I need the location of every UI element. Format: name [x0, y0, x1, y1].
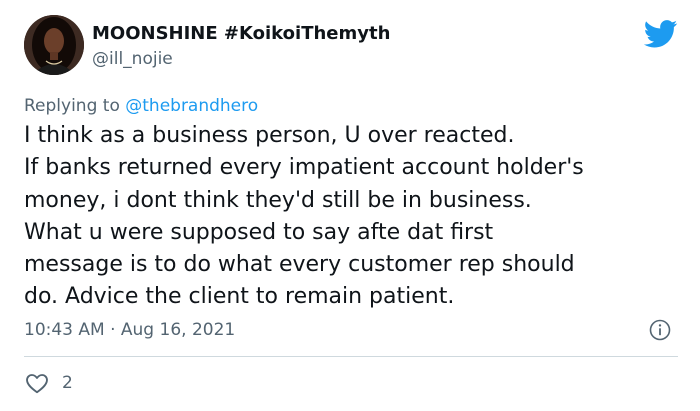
author-info[interactable]: MOONSHINE #KoikoiThemyth @ill_nojie	[92, 22, 390, 70]
info-icon[interactable]	[648, 318, 672, 342]
like-button[interactable]: 2	[24, 370, 73, 396]
like-count: 2	[62, 373, 73, 393]
display-name[interactable]: MOONSHINE #KoikoiThemyth	[92, 22, 390, 46]
user-handle[interactable]: @ill_nojie	[92, 48, 390, 70]
profile-photo-icon	[24, 15, 84, 75]
avatar[interactable]	[24, 15, 84, 75]
replying-to: Replying to @thebrandhero	[24, 95, 258, 117]
tweet-text-line: If banks returned every impatient accoun…	[24, 155, 584, 181]
tweet-text-line: do. Advice the client to remain patient.	[24, 284, 455, 310]
twitter-bird-icon[interactable]	[644, 20, 678, 48]
tweet-text-line: message is to do what every customer rep…	[24, 252, 575, 278]
divider	[24, 356, 678, 357]
tweet-text: I think as a business person, U over rea…	[24, 120, 684, 314]
tweet-text-line: What u were supposed to say afte dat fir…	[24, 219, 494, 245]
tweet-text-line: money, i dont think they'd still be in b…	[24, 187, 532, 213]
timestamp[interactable]: 10:43 AM · Aug 16, 2021	[24, 318, 235, 342]
tweet-card: MOONSHINE #KoikoiThemyth @ill_nojie Repl…	[0, 0, 700, 411]
replying-to-label: Replying to	[24, 96, 126, 116]
heart-icon[interactable]	[24, 370, 50, 396]
tweet-text-line: I think as a business person, U over rea…	[24, 123, 515, 148]
mention-link[interactable]: @thebrandhero	[125, 96, 258, 116]
